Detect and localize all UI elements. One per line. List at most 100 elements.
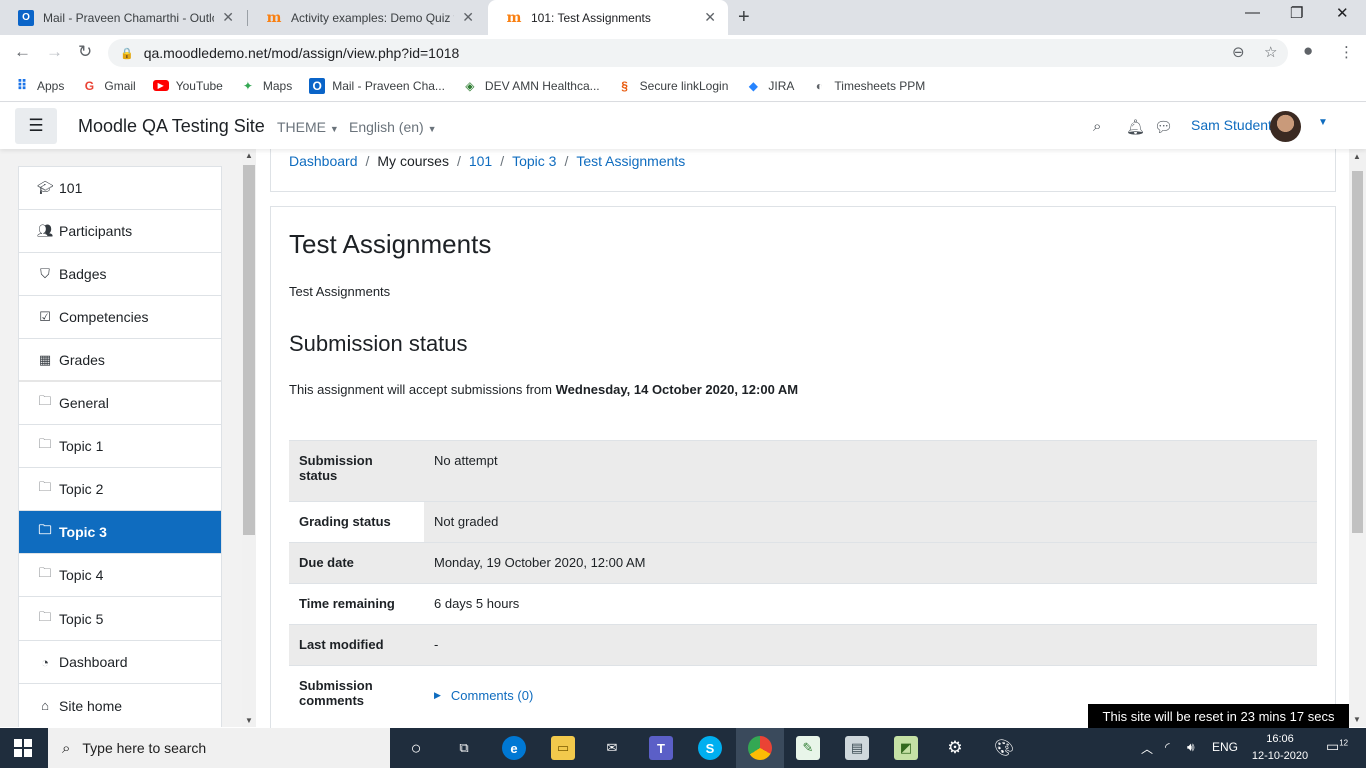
scrollbar-thumb[interactable] bbox=[1352, 171, 1363, 533]
drawer-item-grades[interactable]: ▦ Grades bbox=[19, 339, 221, 382]
chrome-icon[interactable] bbox=[748, 736, 772, 760]
clock-time: 16:06 bbox=[1266, 733, 1294, 745]
skype-icon[interactable]: S bbox=[698, 736, 722, 760]
close-icon[interactable]: ✕ bbox=[462, 9, 474, 26]
theme-menu[interactable]: THEME ▼ bbox=[277, 119, 339, 135]
notification-icon[interactable]: ▭12 bbox=[1326, 738, 1348, 755]
profile-icon[interactable]: ● bbox=[1303, 41, 1313, 61]
back-icon[interactable]: ← bbox=[14, 42, 31, 62]
drawer-scrollbar[interactable]: ▲ ▼ bbox=[242, 149, 256, 727]
drawer-item-participants[interactable]: 👥︎ Participants bbox=[19, 210, 221, 253]
moodle-navbar: ☰ Moodle QA Testing Site THEME ▼ English… bbox=[0, 103, 1366, 149]
table-row: Time remaining 6 days 5 hours bbox=[289, 583, 1317, 625]
language-menu[interactable]: English (en) ▼ bbox=[349, 119, 437, 135]
drawer-item-label: 101 bbox=[59, 180, 83, 196]
teams-icon[interactable]: T bbox=[649, 736, 673, 760]
search-icon[interactable]: ⌕ bbox=[1093, 118, 1101, 135]
hamburger-icon: ☰ bbox=[28, 116, 44, 135]
drawer-item-topic-5[interactable]: 🗀 Topic 5 bbox=[19, 597, 221, 640]
address-bar[interactable]: 🔒 qa.moodledemo.net/mod/assign/view.php?… bbox=[108, 39, 1288, 67]
close-icon[interactable]: ✕ bbox=[222, 9, 234, 26]
drawer-item-badges[interactable]: ⛉ Badges bbox=[19, 253, 221, 296]
bookmark-apps[interactable]: ⠿ Apps bbox=[14, 77, 65, 94]
table-icon: ▦ bbox=[38, 351, 52, 367]
comments-label: Comments (0) bbox=[450, 688, 534, 703]
paint-icon[interactable]: 🎨︎ bbox=[992, 736, 1016, 760]
drawer-item-label: Topic 2 bbox=[59, 481, 104, 497]
new-tab-icon[interactable]: + bbox=[738, 6, 750, 29]
drawer-item-topic-1[interactable]: 🗀 Topic 1 bbox=[19, 425, 221, 468]
scroll-down-icon[interactable]: ▼ bbox=[1353, 715, 1361, 724]
zoom-icon[interactable]: ⊖ bbox=[1232, 43, 1245, 61]
bookmark-gmail[interactable]: G Gmail bbox=[81, 78, 136, 94]
wifi-icon[interactable]: ◜ bbox=[1165, 740, 1170, 754]
lock-icon: 🔒 bbox=[120, 47, 134, 60]
drawer-item-topic-4[interactable]: 🗀 Topic 4 bbox=[19, 554, 221, 597]
bookmark-dev-amn[interactable]: ◈ DEV AMN Healthca... bbox=[462, 78, 599, 94]
browser-tab-outlook[interactable]: O Mail - Praveen Chamarthi - Outlo ✕ bbox=[0, 0, 246, 35]
site-name[interactable]: Moodle QA Testing Site bbox=[78, 116, 265, 137]
browser-tab-test-assignments[interactable]: m 101: Test Assignments ✕ bbox=[488, 0, 728, 35]
windows-start-icon[interactable] bbox=[14, 739, 32, 757]
apps-grid-icon: ⠿ bbox=[16, 77, 28, 93]
breadcrumb-separator: / bbox=[564, 153, 569, 169]
notepad-icon[interactable]: ✎ bbox=[796, 736, 820, 760]
maximize-icon[interactable]: ❐ bbox=[1290, 4, 1303, 22]
forward-icon[interactable]: → bbox=[46, 42, 63, 62]
minimize-icon[interactable]: — bbox=[1245, 4, 1260, 21]
volume-icon[interactable]: 🔊︎ bbox=[1187, 740, 1195, 755]
caret-down-icon[interactable]: ▼ bbox=[1318, 117, 1328, 128]
youtube-icon: ▶ bbox=[152, 80, 169, 91]
breadcrumb-dashboard[interactable]: Dashboard bbox=[289, 153, 358, 169]
window-close-icon[interactable]: ✕ bbox=[1336, 4, 1349, 22]
menu-dots-icon[interactable]: ⋮ bbox=[1339, 43, 1354, 61]
bell-icon[interactable]: 🔔︎ bbox=[1126, 118, 1145, 136]
search-placeholder: Type here to search bbox=[82, 740, 207, 756]
bookmark-timesheets[interactable]: ◐ Timesheets PPM bbox=[811, 78, 926, 94]
settings-gear-icon[interactable]: ⚙ bbox=[943, 736, 967, 760]
reload-icon[interactable]: ↻ bbox=[78, 42, 92, 62]
drawer-item-label: Topic 3 bbox=[59, 524, 107, 540]
bookmark-maps[interactable]: ✦ Maps bbox=[240, 78, 292, 94]
drawer-item-general[interactable]: 🗀 General bbox=[19, 382, 221, 425]
drawer-item-topic-2[interactable]: 🗀 Topic 2 bbox=[19, 468, 221, 511]
scroll-down-icon[interactable]: ▼ bbox=[245, 716, 253, 725]
browser-tab-activity[interactable]: m Activity examples: Demo Quiz wi ✕ bbox=[248, 0, 486, 35]
breadcrumb-course[interactable]: 101 bbox=[469, 153, 492, 169]
user-menu-name[interactable]: Sam Student bbox=[1191, 117, 1272, 133]
taskbar-search-box[interactable]: ⌕ Type here to search bbox=[48, 728, 390, 768]
bookmark-youtube[interactable]: ▶ YouTube bbox=[152, 79, 223, 93]
drawer-item-label: Site home bbox=[59, 697, 123, 714]
chevron-up-icon[interactable]: ︿ bbox=[1141, 740, 1153, 757]
page-scrollbar[interactable]: ▲ ▼ bbox=[1349, 149, 1366, 727]
language-indicator[interactable]: ENG bbox=[1212, 740, 1238, 754]
mail-icon[interactable]: ✉ bbox=[600, 736, 624, 760]
drawer-item-dashboard[interactable]: ◔ Dashboard bbox=[19, 641, 221, 684]
task-view-icon[interactable]: ⧉ bbox=[452, 736, 476, 760]
comments-toggle-link[interactable]: ▶ Comments (0) bbox=[434, 688, 533, 703]
drawer-item-course[interactable]: 🎓︎ 101 bbox=[19, 167, 221, 210]
breadcrumb-topic[interactable]: Topic 3 bbox=[512, 153, 556, 169]
bookmark-secure-link[interactable]: § Secure linkLogin bbox=[617, 78, 728, 94]
bookmark-mail[interactable]: O Mail - Praveen Cha... bbox=[309, 77, 445, 94]
chat-icon[interactable]: 💬︎ bbox=[1154, 118, 1173, 136]
star-icon[interactable]: ☆ bbox=[1264, 43, 1277, 61]
scroll-up-icon[interactable]: ▲ bbox=[1353, 152, 1361, 161]
drawer-toggle-button[interactable]: ☰ bbox=[15, 108, 57, 144]
close-icon[interactable]: ✕ bbox=[704, 9, 716, 26]
breadcrumb-assignment[interactable]: Test Assignments bbox=[576, 153, 685, 169]
file-explorer-icon[interactable]: ▭ bbox=[551, 736, 575, 760]
bookmark-jira[interactable]: ◆ JIRA bbox=[745, 78, 795, 94]
app-icon[interactable]: ◩ bbox=[894, 736, 918, 760]
drawer-item-competencies[interactable]: ☑ Competencies bbox=[19, 296, 221, 339]
app-icon[interactable]: ▤ bbox=[845, 736, 869, 760]
edge-icon[interactable]: e bbox=[502, 736, 526, 760]
moodle-icon: m bbox=[266, 9, 282, 26]
avatar[interactable] bbox=[1270, 111, 1301, 142]
taskbar-clock[interactable]: 16:06 12-10-2020 bbox=[1250, 731, 1310, 765]
scroll-up-icon[interactable]: ▲ bbox=[245, 151, 253, 160]
cortana-icon[interactable]: ○ bbox=[404, 736, 428, 760]
scrollbar-thumb[interactable] bbox=[243, 165, 255, 535]
drawer-item-topic-3[interactable]: 🗀 Topic 3 bbox=[19, 511, 221, 554]
drawer-item-site-home[interactable]: ⌂ Site home bbox=[19, 684, 221, 727]
